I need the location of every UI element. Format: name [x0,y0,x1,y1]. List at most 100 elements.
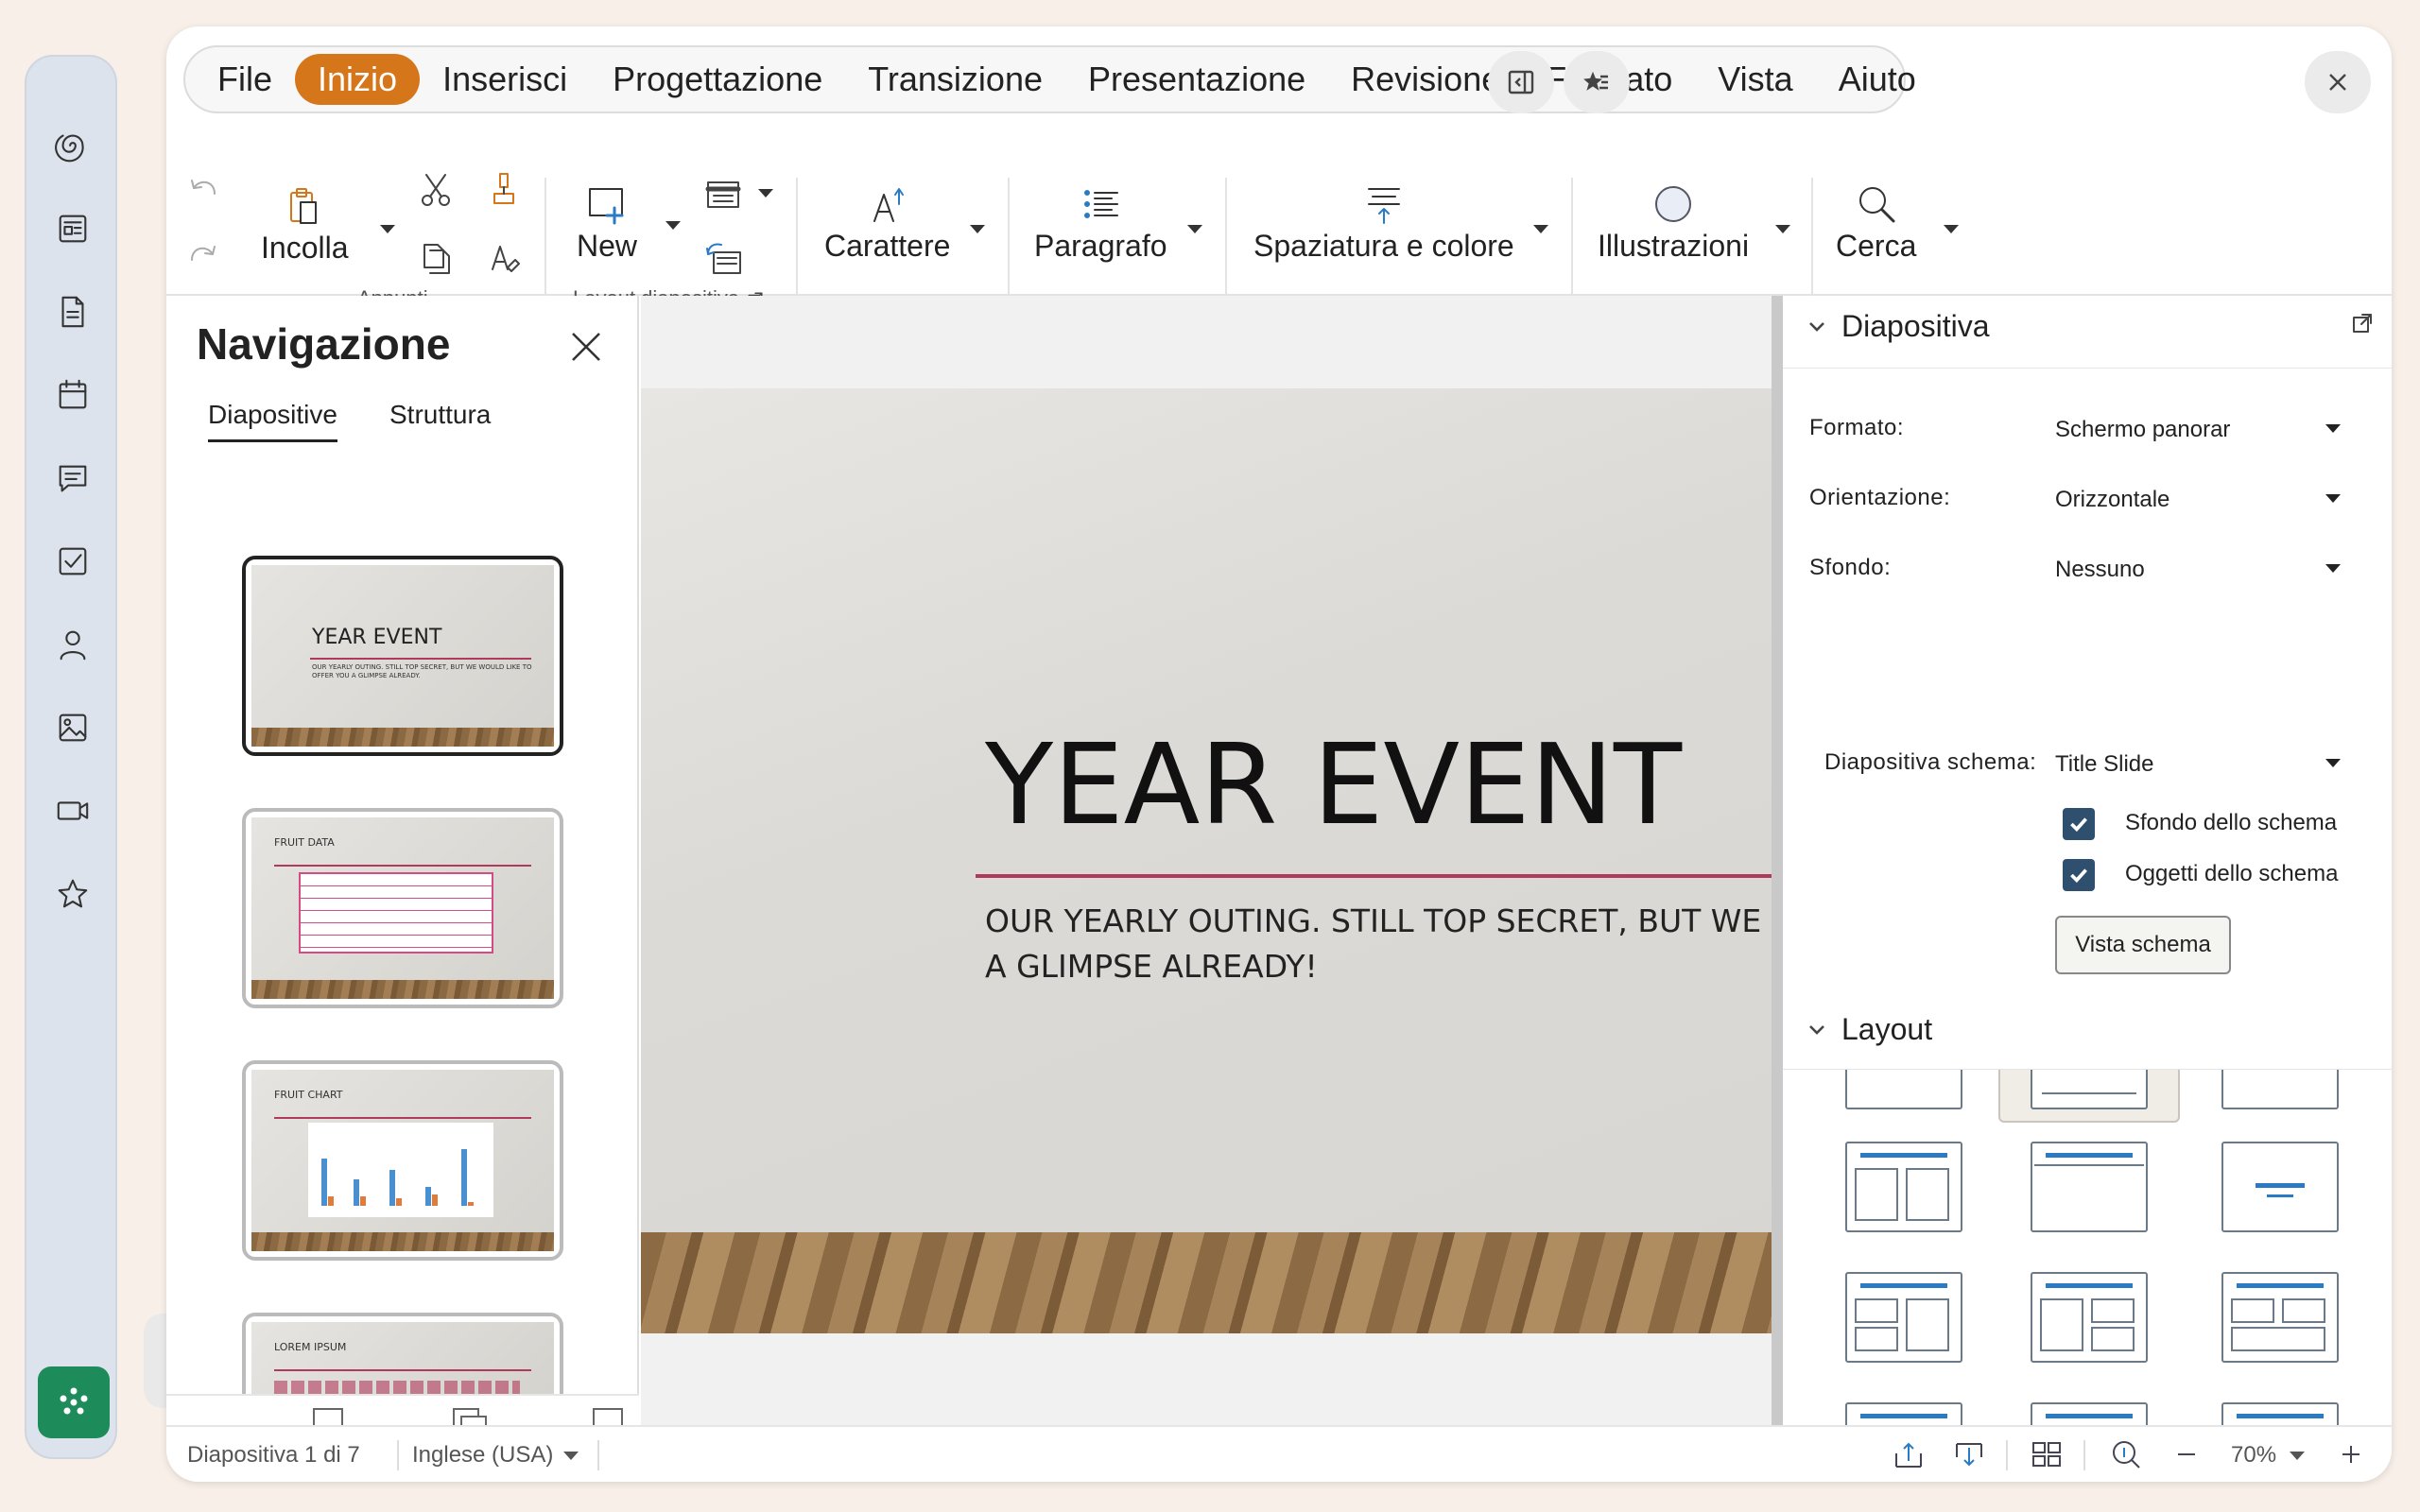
menu-home[interactable]: Inizio [295,54,421,105]
layout-title-6-content[interactable] [2221,1402,2339,1428]
fit-width-button[interactable] [1893,1438,1927,1472]
close-navigation-button[interactable] [567,328,605,366]
ribbon-separator [796,178,798,299]
master-objects-checkbox[interactable] [2063,859,2095,891]
clone-format-button[interactable] [482,168,526,212]
tasks-icon[interactable] [26,533,119,590]
zoom-reset-button[interactable] [2110,1438,2144,1472]
fit-page-icon [1956,1443,1982,1467]
slide-section-header[interactable]: Diapositiva [1806,309,1990,344]
layout-title-2-content[interactable] [1845,1142,1962,1232]
zoom-dropdown-caret[interactable] [2290,1452,2305,1460]
redo-button[interactable] [182,234,225,278]
language-status[interactable]: Inglese (USA) [412,1442,553,1469]
layout-title-content-over[interactable] [1845,1402,1962,1428]
slide-thumbnail-3[interactable]: FRUIT CHART [242,1060,563,1261]
video-icon[interactable] [26,782,119,839]
copy-icon [424,244,450,274]
copy-button[interactable] [414,236,458,280]
master-slide-dropdown-caret[interactable] [2325,759,2341,767]
slide-sorter-button[interactable] [2031,1438,2065,1472]
tab-slides[interactable]: Diapositive [208,400,337,442]
character-button[interactable]: Carattere [824,183,950,264]
star-icon[interactable] [26,866,119,922]
background-select[interactable]: Nessuno [2055,557,2145,583]
spacing-dropdown-caret[interactable] [1533,225,1548,233]
sidebar-toggle-button[interactable] [1488,51,1554,113]
current-slide[interactable]: YEAR EVENT OUR YEARLY OUTING. STILL TOP … [641,388,1772,1333]
menu-view[interactable]: Vista [1695,54,1815,105]
impress-window: File Inizio Inserisci Progettazione Tran… [166,26,2392,1482]
paragraph-dropdown-caret[interactable] [1187,225,1202,233]
layout-centered-text[interactable] [2221,1142,2339,1232]
layout-dropdown-caret[interactable] [758,189,773,198]
fit-page-button[interactable] [1953,1438,1987,1472]
section-divider [1783,368,2392,369]
menu-insert[interactable]: Inserisci [420,54,590,105]
zoom-out-button[interactable] [2170,1438,2204,1472]
slide-thumbnail-2[interactable]: FRUIT DATA [242,808,563,1008]
layout-title-slide[interactable] [2031,1070,2148,1109]
master-view-button[interactable]: Vista schema [2055,916,2231,974]
illustrations-dropdown-caret[interactable] [1775,225,1790,233]
search-dropdown-caret[interactable] [1944,225,1959,233]
language-dropdown-caret[interactable] [563,1452,579,1460]
thumb-title: FRUIT CHART [274,1089,343,1101]
starred-button[interactable] [1564,51,1630,113]
layout-section-header[interactable]: Layout [1806,1012,1932,1047]
paragraph-button[interactable]: Paragrafo [1034,183,1167,264]
slide-properties-launcher[interactable] [2348,309,2377,337]
character-dropdown-caret[interactable] [970,225,985,233]
shapes-icon [1655,186,1692,222]
slide-thumbnail-1[interactable]: YEAR EVENT OUR YEARLY OUTING. STILL TOP … [242,556,563,756]
layout-title-content[interactable] [2221,1070,2339,1109]
tab-outline[interactable]: Struttura [389,400,491,430]
format-dropdown-caret[interactable] [2325,424,2341,433]
chat-icon[interactable] [26,450,119,507]
menu-design[interactable]: Progettazione [590,54,845,105]
layout-title-2-content-over[interactable] [2221,1272,2339,1363]
news-icon[interactable] [26,200,119,257]
new-slide-button[interactable]: New [577,183,637,264]
menu-transition[interactable]: Transizione [845,54,1065,105]
zoom-level[interactable]: 70% [2231,1442,2276,1469]
cut-button[interactable] [414,168,458,212]
layout-title-2-content-left[interactable] [1845,1272,1962,1363]
paste-button[interactable]: Incolla [261,185,349,266]
menu-slideshow[interactable]: Presentazione [1065,54,1328,105]
clear-format-button[interactable] [482,236,526,280]
menu-file[interactable]: File [195,54,295,105]
spiral-logo-icon[interactable] [26,117,119,174]
search-button[interactable]: Cerca [1836,183,1916,264]
illustrations-button[interactable]: Illustrazioni [1598,183,1749,264]
format-select[interactable]: Schermo panorar [2055,417,2230,443]
orientation-dropdown-caret[interactable] [2325,494,2341,503]
background-dropdown-caret[interactable] [2325,564,2341,573]
new-slide-dropdown-caret[interactable] [666,221,681,230]
slide-title[interactable]: YEAR EVENT [985,719,1682,850]
layout-title-4-content[interactable] [2031,1402,2148,1428]
slide-layout-button[interactable] [701,174,745,217]
layout-title-2-content-right[interactable] [2031,1272,2148,1363]
photos-icon[interactable] [26,699,119,756]
master-slide-select[interactable]: Title Slide [2055,751,2153,778]
paste-dropdown-caret[interactable] [380,225,395,233]
close-window-button[interactable] [2305,51,2371,113]
layout-blank[interactable] [1845,1070,1962,1109]
undo-button[interactable] [182,168,225,212]
master-background-checkbox[interactable] [2063,808,2095,840]
reset-layout-button[interactable] [701,236,745,280]
thumb-chart [308,1123,493,1217]
zoom-in-button[interactable] [2335,1438,2369,1472]
orientation-select[interactable]: Orizzontale [2055,487,2169,513]
document-icon[interactable] [26,284,119,340]
slide-canvas[interactable]: YEAR EVENT OUR YEARLY OUTING. STILL TOP … [641,296,1772,1425]
slide-subtitle[interactable]: OUR YEARLY OUTING. STILL TOP SECRET, BUT… [985,899,1772,989]
menu-help[interactable]: Aiuto [1816,54,1939,105]
calendar-icon[interactable] [26,367,119,423]
apps-grid-button[interactable] [38,1366,110,1438]
spacing-color-button[interactable]: Spaziatura e colore [1253,183,1514,264]
sidebar-divider[interactable] [1772,296,1783,1425]
contacts-icon[interactable] [26,616,119,673]
layout-title-only[interactable] [2031,1142,2148,1232]
